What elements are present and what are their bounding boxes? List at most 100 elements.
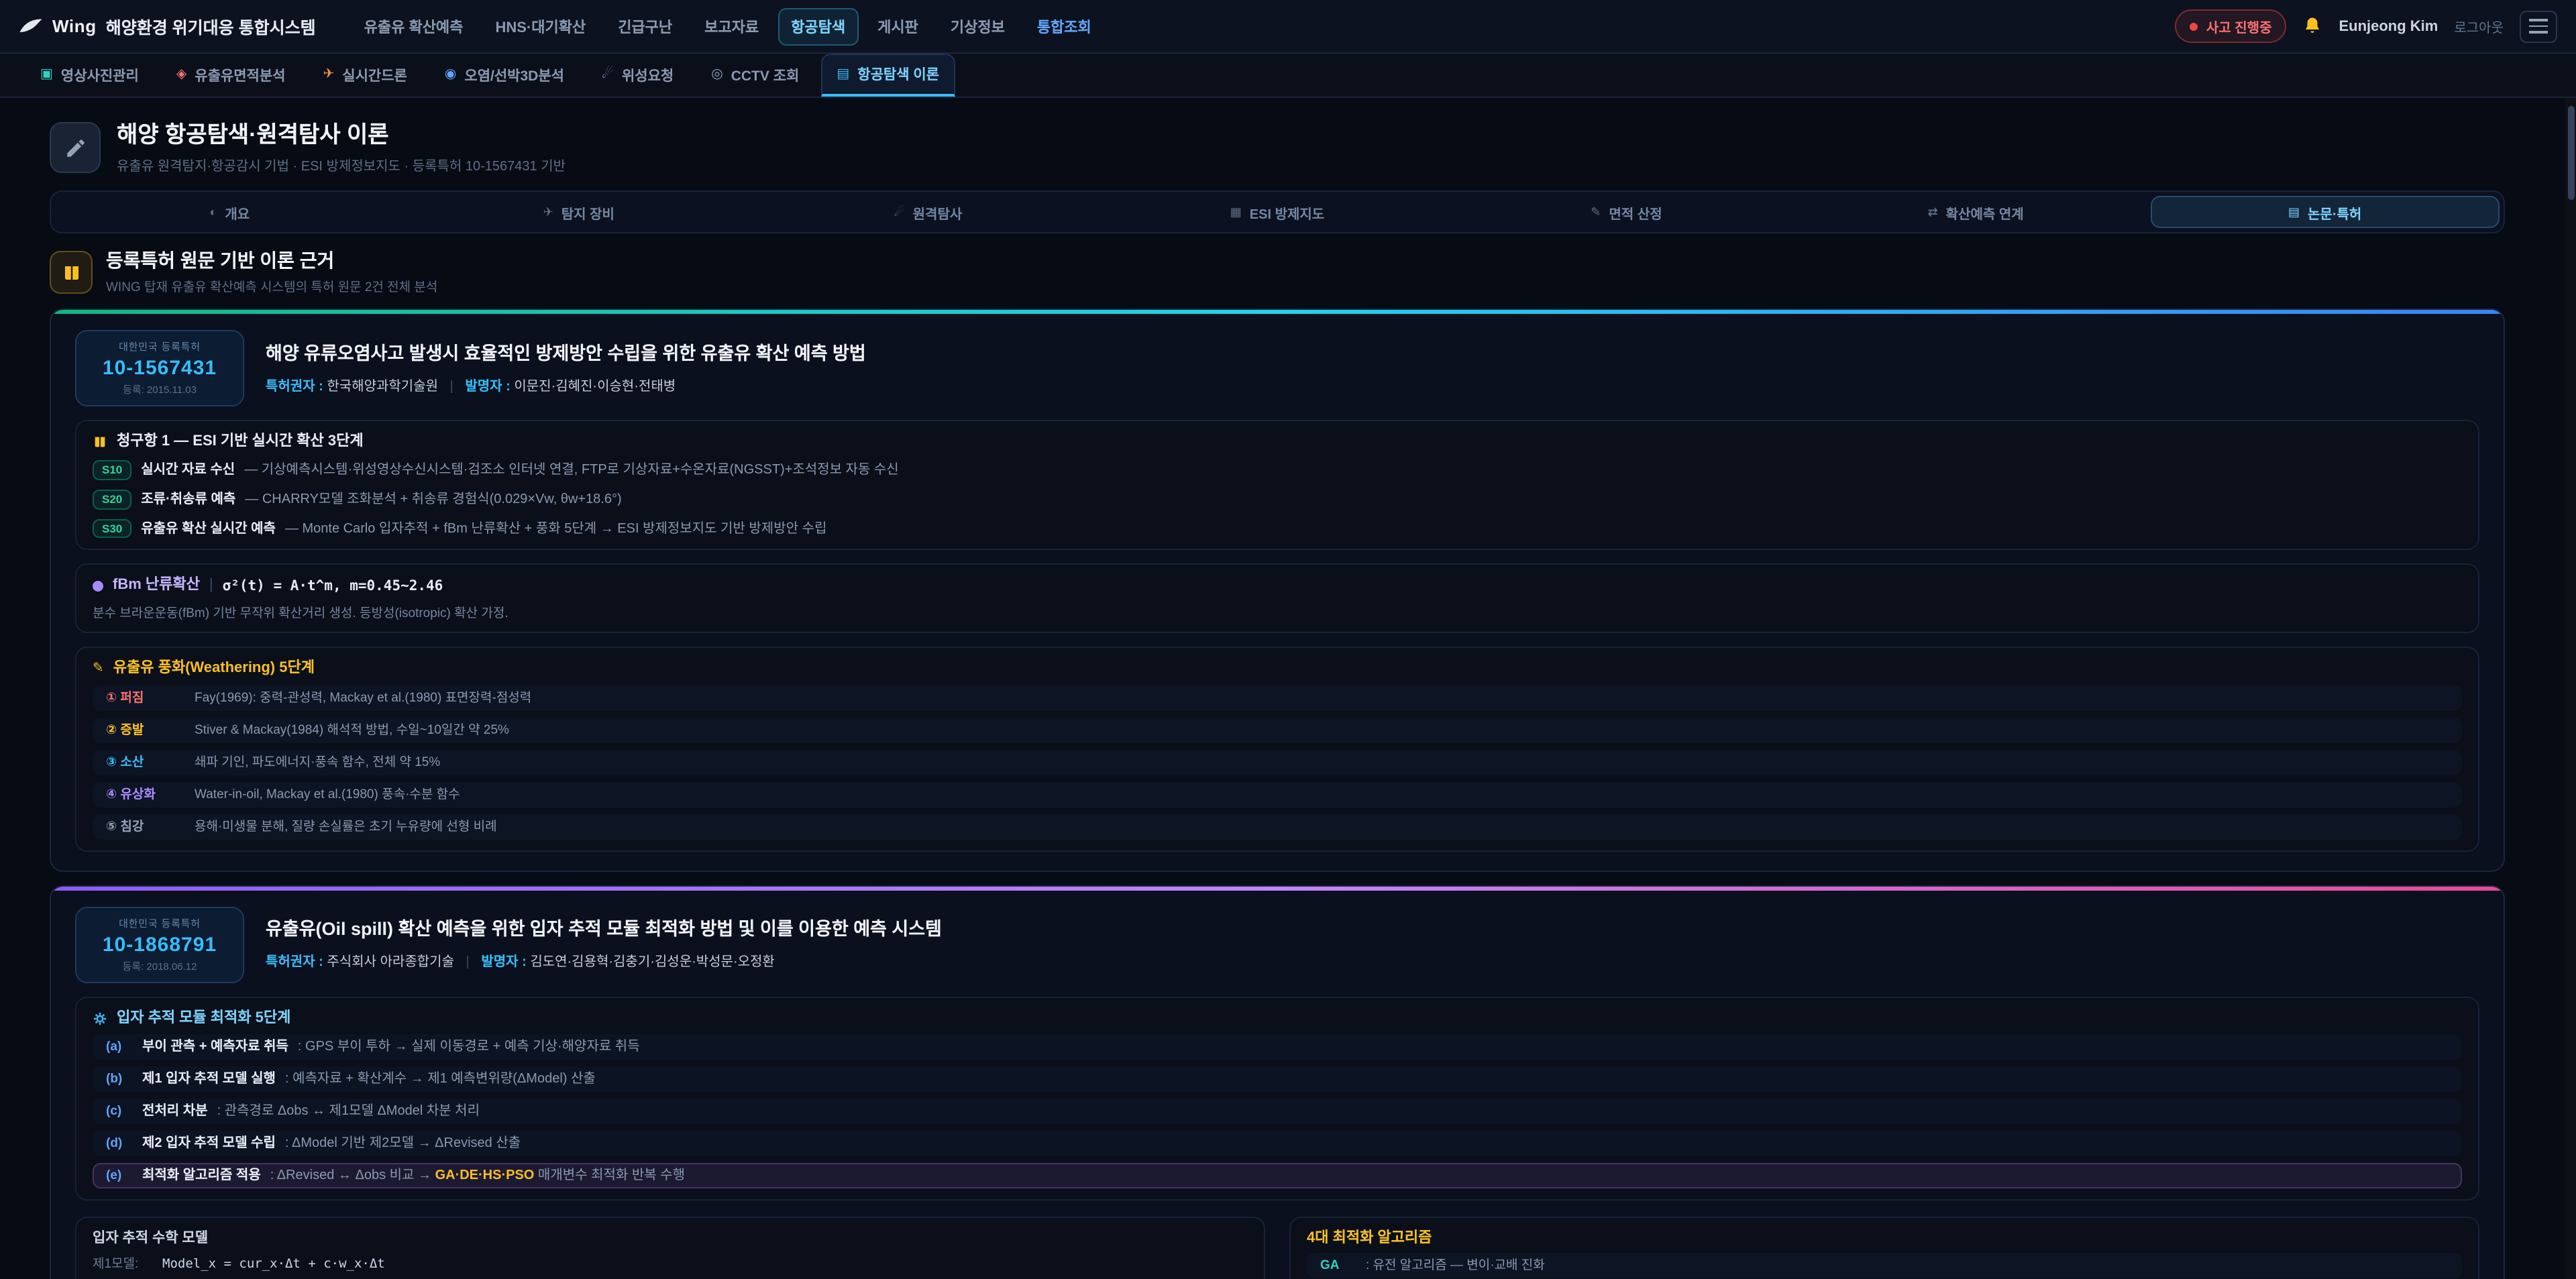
incident-status-badge[interactable]: 사고 진행중 — [2176, 9, 2287, 43]
optimization-box: 입자 추적 모듈 최적화 5단계 (a) 부이 관측 + 예측자료 취득 : G… — [75, 996, 2479, 1200]
patent-meta: 특허권자 : 주식회사 아라종합기술 | 발명자 : 김도연·김용혁·김충기·김… — [266, 950, 942, 970]
hamburger-menu-icon[interactable] — [2520, 10, 2557, 42]
step-badge: S10 — [93, 461, 131, 480]
nav-item-reports[interactable]: 보고자료 — [691, 7, 772, 45]
patent-title: 해양 유류오염사고 발생시 효율적인 방제방안 수립을 위한 유출유 확산 예측… — [266, 343, 866, 366]
subnav: ▣ 영상사진관리 ◈ 유출유면적분석 ✈ 실시간드론 ◉ 오염/선박3D분석 ☄… — [0, 54, 2576, 98]
book-small-icon — [93, 435, 107, 450]
patent-card-1: 대한민국 등록특허 10-1567431 등록: 2015.11.03 해양 유… — [50, 309, 2505, 871]
optimization-step-b: (b) 제1 입자 추적 모델 실행 : 예측자료 + 확산계수 → 제1 예측… — [93, 1066, 2462, 1092]
page-header: 해양 항공탐색·원격탐사 이론 유출유 원격탐지·항공감시 기법 · ESI 방… — [50, 122, 2505, 175]
page-title: 해양 항공탐색·원격탐사 이론 — [117, 122, 566, 150]
algorithm-box: 4대 최적화 알고리즘 GA : 유전 알고리즘 — 변이·교배 진화 DE :… — [1289, 1217, 2479, 1279]
tab-esi-map[interactable]: ▦ ESI 방제지도 — [1103, 197, 1452, 229]
card-gradient-bar — [51, 310, 2504, 314]
page-subtitle: 유출유 원격탐지·항공감시 기법 · ESI 방제정보지도 · 등록특허 10-… — [117, 155, 566, 175]
tab-papers-patents[interactable]: ▤ 논문·특허 — [2150, 197, 2500, 229]
claim-step-s20: S20 조류·취송류 예측 — CHARRY모델 조화분석 + 취송류 경험식(… — [93, 490, 2462, 509]
pencil-icon: ✎ — [93, 663, 104, 676]
theory-tab-bar: ◐ 개요 ✈ 탐지 장비 ☄ 원격탐사 ▦ ESI 방제지도 ✎ 면적 산정 ⇄… — [50, 191, 2505, 234]
gear-icon — [93, 1011, 107, 1025]
section-subtitle: WING 탑재 유출유 확산예측 시스템의 특허 원문 2건 전체 분석 — [106, 276, 437, 295]
notification-bell-icon[interactable] — [2302, 16, 2322, 36]
optimization-step-d: (d) 제2 입자 추적 모델 수립 : ΔModel 기반 제2모델 → ΔR… — [93, 1131, 2462, 1156]
patent-2-header: 대한민국 등록특허 10-1868791 등록: 2018.06.12 유출유(… — [75, 906, 2479, 983]
theory-icon: ▤ — [837, 68, 849, 81]
tab-prediction-link[interactable]: ⇄ 확산예측 연계 — [1801, 197, 2151, 229]
user-name[interactable]: Eunjeong Kim — [2339, 18, 2438, 34]
claim-step-s30: S30 유출유 확산 실시간 예측 — Monte Carlo 입자추적 + f… — [93, 518, 2462, 538]
fbm-bullet-icon — [93, 581, 103, 592]
book-icon — [50, 252, 93, 294]
globe-icon: ◐ — [209, 207, 217, 219]
pencil-small-icon: ✎ — [1591, 207, 1601, 219]
nav-item-aerial-search[interactable]: 항공탐색 — [777, 7, 859, 45]
ship-3d-icon: ◉ — [445, 68, 456, 82]
model-box-title: 입자 추적 수학 모델 — [93, 1230, 1248, 1247]
weathering-row-emulsification: ④ 유상화 Water-in-oil, Mackay et al.(1980) … — [93, 781, 2462, 807]
system-title: 해양환경 위기대응 통합시스템 — [106, 13, 316, 39]
tab-area-calculation[interactable]: ✎ 면적 산정 — [1452, 197, 1801, 229]
nav-item-hns-atmospheric[interactable]: HNS·대기확산 — [482, 7, 599, 45]
particle-model-box: 입자 추적 수학 모델 제1모델: Model_x = cur_x·Δt + c… — [75, 1217, 1265, 1279]
image-icon: ▣ — [40, 68, 53, 82]
tab-remote-sensing[interactable]: ☄ 원격탐사 — [753, 197, 1103, 229]
logout-button[interactable]: 로그아웃 — [2454, 16, 2504, 36]
optimization-step-a: (a) 부이 관측 + 예측자료 취득 : GPS 부이 투하 → 실제 이동경… — [93, 1034, 2462, 1060]
claim-title: 청구항 1 — ESI 기반 실시간 확산 3단계 — [93, 433, 2462, 451]
scrollbar-thumb[interactable] — [2567, 106, 2574, 200]
algo-names-highlight: GA·DE·HS·PSO — [435, 1168, 535, 1183]
patent-title: 유출유(Oil spill) 확산 예측을 위한 입자 추적 모듈 최적화 방법… — [266, 919, 942, 942]
nav-item-oil-spill-prediction[interactable]: 유출유 확산예측 — [351, 7, 477, 45]
app-root: Wing 해양환경 위기대응 통합시스템 유출유 확산예측 HNS·대기확산 긴… — [0, 0, 2576, 1279]
wing-logo-icon — [19, 17, 43, 35]
subtab-pollution-ship-3d[interactable]: ◉ 오염/선박3D분석 — [429, 54, 580, 97]
scrollbar[interactable] — [2565, 98, 2576, 1279]
patent-meta: 특허권자 : 한국해양과학기술원 | 발명자 : 이문진·김혜진·이승현·전태병 — [266, 374, 866, 394]
fbm-formula: σ²(t) = A·t^m, m=0.45~2.46 — [223, 577, 443, 594]
weathering-row-evaporation: ② 증발 Stiver & Mackay(1984) 해석적 방법, 수일~10… — [93, 717, 2462, 742]
nav-item-weather-info[interactable]: 기상정보 — [937, 7, 1018, 45]
topbar-right: 사고 진행중 Eunjeong Kim 로그아웃 — [2176, 9, 2557, 43]
patent-number: 10-1868791 — [90, 933, 229, 956]
algo-row-ga: GA : 유전 알고리즘 — 변이·교배 진화 — [1307, 1253, 2462, 1278]
nav-item-board[interactable]: 게시판 — [864, 7, 932, 45]
weathering-row-spreading: ① 퍼짐 Fay(1969): 중력-관성력, Mackay et al.(19… — [93, 685, 2462, 710]
subtab-image-management[interactable]: ▣ 영상사진관리 — [24, 54, 155, 97]
satellite-small-icon: ☄ — [894, 207, 905, 219]
fbm-description: 분수 브라운운동(fBm) 기반 무작위 확산거리 생성. 등방성(isotro… — [93, 603, 2462, 622]
algorithm-box-title: 4대 최적화 알고리즘 — [1307, 1230, 2462, 1247]
subtab-aerial-search-theory[interactable]: ▤ 항공탐색 이론 — [820, 54, 955, 97]
subtab-realtime-drone[interactable]: ✈ 실시간드론 — [307, 54, 423, 97]
map-grid-icon: ▦ — [1230, 207, 1242, 219]
main-content: 해양 항공탐색·원격탐사 이론 유출유 원격탐지·항공감시 기법 · ESI 방… — [0, 98, 2576, 1279]
patent-number: 10-1567431 — [90, 357, 229, 380]
claim-box: 청구항 1 — ESI 기반 실시간 확산 3단계 S10 실시간 자료 수신 … — [75, 420, 2479, 550]
claim-step-s10: S10 실시간 자료 수신 — 기상예측시스템·위성영상수신시스템·검조소 인터… — [93, 461, 2462, 480]
nav-item-integrated-search[interactable]: 통합조회 — [1024, 7, 1105, 45]
subtab-satellite-request[interactable]: ☄ 위성요청 — [586, 54, 690, 97]
brand-name: Wing — [52, 16, 97, 36]
subtab-cctv-view[interactable]: ◎ CCTV 조회 — [695, 54, 815, 97]
fbm-title: fBm 난류확산 | σ²(t) = A·t^m, m=0.45~2.46 — [93, 577, 2462, 595]
optimization-title: 입자 추적 모듈 최적화 5단계 — [93, 1009, 2462, 1027]
tab-overview[interactable]: ◐ 개요 — [55, 197, 405, 229]
step-badge: S30 — [93, 518, 131, 538]
nav-item-emergency-rescue[interactable]: 긴급구난 — [604, 7, 686, 45]
fbm-box: fBm 난류확산 | σ²(t) = A·t^m, m=0.45~2.46 분수… — [75, 564, 2479, 634]
link-icon: ⇄ — [1928, 207, 1938, 219]
card-gradient-bar — [51, 886, 2504, 890]
weathering-row-sinking: ⑤ 침강 용해·미생물 분해, 질량 손실률은 초기 누유량에 선형 비례 — [93, 814, 2462, 839]
section-header: 등록특허 원문 기반 이론 근거 WING 탑재 유출유 확산예측 시스템의 특… — [50, 250, 2505, 296]
logo[interactable]: Wing 해양환경 위기대응 통합시스템 — [19, 13, 316, 39]
model-line-1: 제1모델: Model_x = cur_x·Δt + c·w_x·Δt — [93, 1258, 1248, 1274]
incident-status-label: 사고 진행중 — [2206, 16, 2272, 36]
satellite-icon: ☄ — [602, 68, 614, 82]
tab-detection-equipment[interactable]: ✈ 탐지 장비 — [405, 197, 754, 229]
subtab-oil-area-analysis[interactable]: ◈ 유출유면적분석 — [160, 54, 302, 97]
incident-dot-icon — [2190, 22, 2198, 30]
section-title: 등록특허 원문 기반 이론 근거 — [106, 250, 437, 273]
patent-card-2: 대한민국 등록특허 10-1868791 등록: 2018.06.12 유출유(… — [50, 885, 2505, 1279]
weathering-row-dispersion: ③ 소산 쇄파 기인, 파도에너지·풍속 함수, 전체 약 15% — [93, 749, 2462, 775]
patent-1-header: 대한민국 등록특허 10-1567431 등록: 2015.11.03 해양 유… — [75, 330, 2479, 406]
